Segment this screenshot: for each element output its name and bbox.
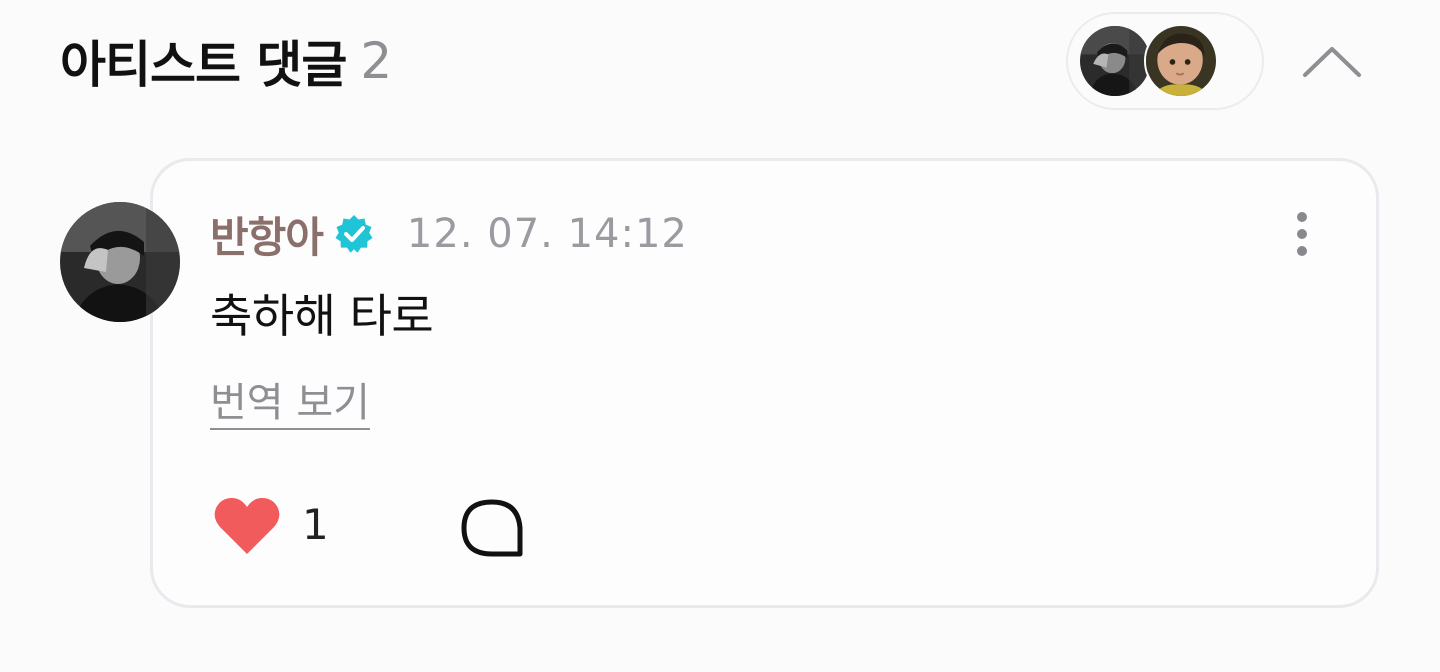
comment-timestamp: 12. 07. 14:12 [406, 211, 688, 257]
collapse-button[interactable] [1290, 34, 1374, 88]
section-header: 아티스트 댓글 2 [60, 26, 392, 96]
like-count: 1 [302, 500, 329, 549]
artist-avatar-group[interactable] [1066, 12, 1264, 110]
artist-avatar-2 [1144, 24, 1218, 98]
heart-icon [214, 498, 280, 554]
artist-avatar-1 [1078, 24, 1152, 98]
comment-author-name[interactable]: 반항아 [210, 204, 324, 265]
artist-comments-section: 아티스트 댓글 2 반항아 12. 07. 14:12 축하해 타로 번역 보기… [0, 0, 1440, 672]
like-button[interactable] [212, 494, 282, 558]
comment-bubble-icon [461, 499, 523, 557]
more-vertical-icon [1297, 212, 1307, 222]
comment-body: 축하해 타로 [210, 289, 434, 343]
translate-link[interactable]: 번역 보기 [210, 370, 370, 428]
comment-author-avatar[interactable] [60, 202, 180, 322]
chevron-up-icon [1303, 47, 1361, 77]
comment-count: 2 [360, 32, 392, 90]
comment-meta: 반항아 12. 07. 14:12 [210, 204, 688, 264]
verified-badge-icon [333, 213, 375, 255]
reply-button[interactable] [458, 496, 526, 560]
section-title: 아티스트 댓글 [60, 36, 347, 94]
more-options-button[interactable] [1284, 204, 1320, 264]
